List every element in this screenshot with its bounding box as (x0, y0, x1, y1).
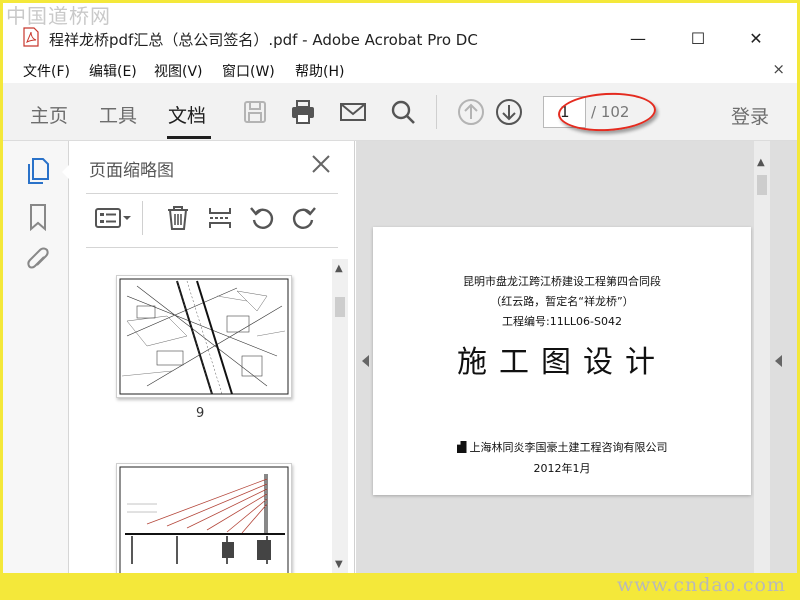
thumbnail-scrollbar[interactable]: ▲ ▼ (332, 259, 348, 573)
expand-right-panel-icon[interactable] (775, 355, 782, 367)
navigation-rail (3, 141, 71, 573)
document-page: 昆明市盘龙江跨江桥建设工程第四合同段 （红云路，暂定名“祥龙桥”） 工程编号:1… (373, 227, 751, 495)
minimize-button[interactable]: — (615, 23, 661, 53)
tab-home[interactable]: 主页 (30, 101, 68, 128)
page-thumbnail[interactable] (116, 463, 292, 573)
panel-title: 页面缩略图 (89, 161, 174, 181)
menu-file[interactable]: 文件(F) (23, 61, 70, 81)
panel-divider (86, 247, 338, 248)
thumbnail-options-icon[interactable] (94, 204, 132, 232)
rotate-clockwise-icon[interactable] (290, 204, 318, 232)
tab-tools[interactable]: 工具 (99, 101, 137, 128)
site-watermark-top: 中国道桥网 (6, 4, 111, 28)
scroll-up-icon[interactable]: ▲ (335, 263, 343, 274)
menu-bar: 文件(F) 编辑(E) 视图(V) 窗口(W) 帮助(H) × (3, 57, 797, 83)
company-name: 上海林同炎李国豪土建工程咨询有限公司 (469, 441, 668, 454)
project-number: 工程编号:11LL06-S042 (502, 315, 622, 328)
panel-divider (86, 193, 338, 194)
page-thumbnails-panel: 页面缩略图 9 ▲ ▼ (70, 141, 355, 573)
menu-view[interactable]: 视图(V) (154, 61, 203, 81)
collapse-left-panel-icon[interactable] (362, 355, 369, 367)
company-logo-icon (456, 441, 467, 453)
document-title: 施工图设计 (457, 345, 667, 380)
tab-document[interactable]: 文档 (168, 101, 206, 128)
bookmark-icon[interactable] (25, 203, 51, 231)
document-view: 昆明市盘龙江跨江桥建设工程第四合同段 （红云路，暂定名“祥龙桥”） 工程编号:1… (356, 141, 797, 573)
close-window-button[interactable]: ✕ (733, 23, 779, 53)
toolbar-divider (436, 95, 437, 129)
bridge-elevation-drawing (119, 466, 289, 573)
email-icon[interactable] (339, 98, 367, 126)
document-date: 2012年1月 (533, 462, 591, 475)
previous-page-icon[interactable] (457, 98, 485, 126)
delete-page-icon[interactable] (164, 204, 192, 232)
scroll-up-icon[interactable]: ▲ (757, 157, 765, 168)
save-icon[interactable] (241, 98, 269, 126)
window-title: 程祥龙桥pdf汇总（总公司签名）.pdf - Adobe Acrobat Pro… (49, 31, 478, 49)
site-watermark-bottom: www.cndao.com (616, 574, 786, 596)
print-icon[interactable] (289, 98, 317, 126)
page-thumbnails-icon[interactable] (25, 157, 51, 185)
project-name: 昆明市盘龙江跨江桥建设工程第四合同段 (463, 275, 661, 288)
site-plan-drawing (119, 278, 289, 395)
scrollbar-thumb[interactable] (335, 297, 345, 317)
maximize-button[interactable]: ☐ (675, 23, 721, 53)
close-icon: ✕ (749, 28, 763, 48)
search-icon[interactable] (389, 98, 417, 126)
pdf-file-icon (23, 27, 39, 47)
scrollbar-thumb[interactable] (757, 175, 767, 195)
project-road: （红云路，暂定名“祥龙桥”） (490, 295, 634, 308)
close-panel-icon[interactable] (310, 153, 332, 175)
maximize-icon: ☐ (690, 28, 706, 48)
attachment-icon[interactable] (25, 247, 51, 275)
scroll-down-icon[interactable]: ▼ (335, 559, 343, 570)
thumbnail-page-label: 9 (196, 406, 205, 421)
title-bar: 程祥龙桥pdf汇总（总公司签名）.pdf - Adobe Acrobat Pro… (3, 3, 797, 57)
active-tab-indicator (167, 136, 211, 139)
company-line: 上海林同炎李国豪土建工程咨询有限公司 (373, 439, 751, 455)
menu-window[interactable]: 窗口(W) (222, 61, 275, 81)
main-toolbar: 主页 工具 文档 1 / 102 登录 (3, 83, 797, 141)
close-document-button[interactable]: × (772, 60, 785, 78)
login-link[interactable]: 登录 (731, 102, 769, 129)
page-thumbnail[interactable] (116, 275, 292, 398)
acrobat-window: 程祥龙桥pdf汇总（总公司签名）.pdf - Adobe Acrobat Pro… (3, 3, 797, 573)
extract-page-icon[interactable] (206, 204, 234, 232)
minimize-icon: — (630, 28, 646, 48)
rotate-counterclockwise-icon[interactable] (248, 204, 276, 232)
menu-help[interactable]: 帮助(H) (295, 61, 344, 81)
document-scrollbar[interactable]: ▲ (754, 141, 770, 573)
next-page-icon[interactable] (495, 98, 523, 126)
panel-tool-divider (142, 201, 143, 235)
menu-edit[interactable]: 编辑(E) (89, 61, 137, 81)
